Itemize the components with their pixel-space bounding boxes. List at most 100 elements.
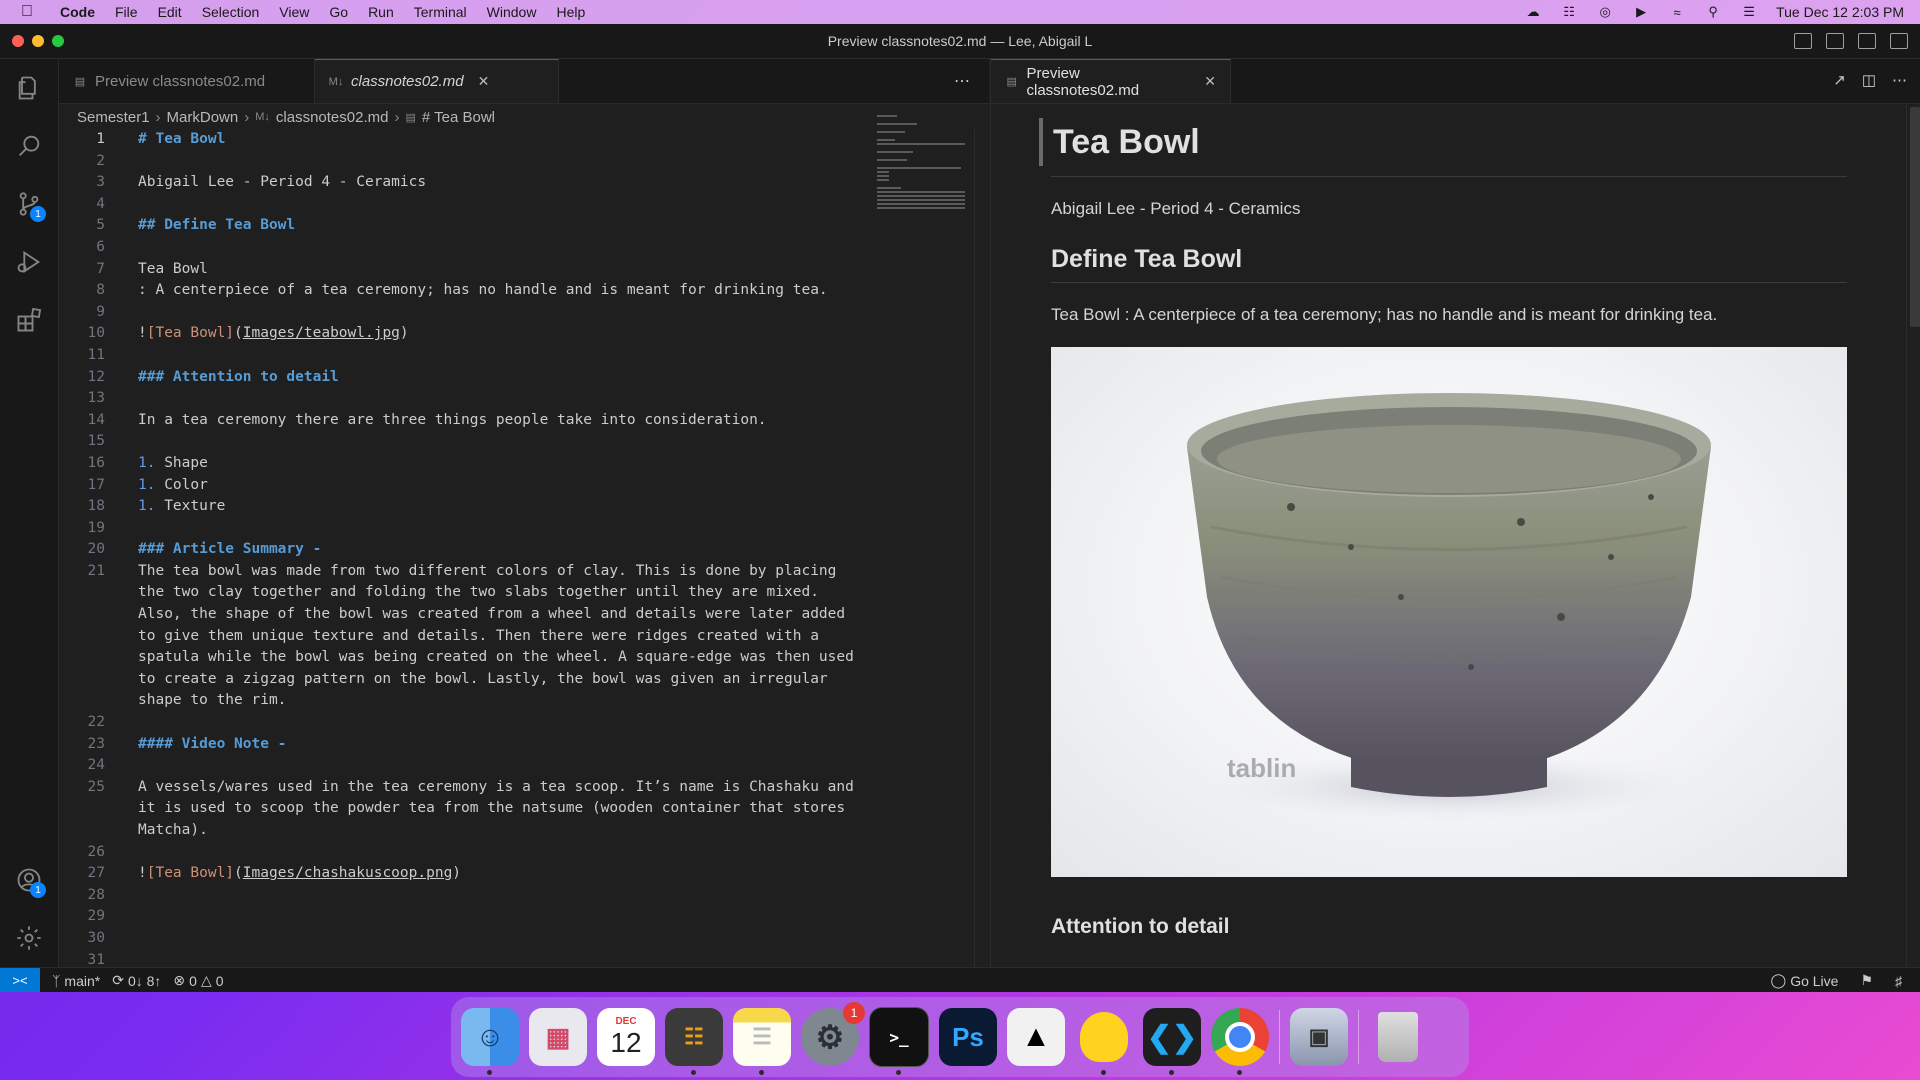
apple-icon[interactable]:  [18, 3, 36, 21]
code-line[interactable]: Also, the shape of the bowl was created … [59, 604, 989, 626]
code-line[interactable]: 3 Abigail Lee - Period 4 - Ceramics [59, 172, 989, 194]
toggle-primary-sidebar-icon[interactable] [1794, 33, 1812, 49]
code-line[interactable]: 8: A centerpiece of a tea ceremony; has … [59, 280, 989, 302]
notifications-bell-icon[interactable]: ♯ [1895, 973, 1902, 989]
sync-indicator[interactable]: ⟳ 0↓ 8↑ [112, 972, 161, 989]
wifi-icon[interactable]: ≈ [1668, 5, 1686, 20]
manage-button[interactable] [0, 909, 58, 967]
menu-view[interactable]: View [269, 0, 319, 24]
code-line[interactable]: 16 1. Shape [59, 453, 989, 475]
code-line[interactable]: 10 ![Tea Bowl](Images/teabowl.jpg) [59, 323, 989, 345]
code-line[interactable]: 17 1. Color [59, 475, 989, 497]
code-line[interactable]: 12 ### Attention to detail [59, 367, 989, 389]
code-line[interactable]: 5 ## Define Tea Bowl [59, 215, 989, 237]
source-control-button[interactable]: 1 [0, 175, 58, 233]
explorer-button[interactable] [0, 59, 58, 117]
code-line[interactable]: 26 [59, 842, 989, 864]
code-line[interactable]: spatula while the bowl was being created… [59, 647, 989, 669]
code-line[interactable]: 18 1. Texture [59, 496, 989, 518]
code-line[interactable]: shape to the rim. [59, 690, 989, 712]
menu-app-name[interactable]: Code [50, 0, 105, 24]
minimize-window-button[interactable] [32, 35, 44, 47]
launchpad-app[interactable]: ▦ [529, 1008, 587, 1066]
close-tab-icon[interactable]: ✕ [478, 73, 490, 90]
trash[interactable] [1369, 1008, 1427, 1066]
system-settings-app[interactable]: ⚙ 1 [801, 1002, 865, 1066]
finder-app[interactable]: ☺ [461, 1008, 519, 1075]
accounts-button[interactable]: 1 [0, 851, 58, 909]
more-actions-icon[interactable]: ⋯ [1892, 71, 1907, 89]
split-editor-icon[interactable]: ◫ [1862, 71, 1876, 89]
feedback-icon[interactable]: ⚑ [1860, 972, 1873, 989]
menu-file[interactable]: File [105, 0, 148, 24]
breadcrumb-symbol[interactable]: # Tea Bowl [422, 109, 495, 126]
extensions-button[interactable] [0, 291, 58, 349]
calendar-app[interactable]: DEC 12 [597, 1008, 655, 1066]
code-line[interactable]: 6 [59, 237, 989, 259]
tab-preview-active[interactable]: ▤ Preview classnotes02.md ✕ [991, 59, 1231, 103]
open-source-icon[interactable]: ↗ [1833, 71, 1846, 89]
menu-edit[interactable]: Edit [148, 0, 192, 24]
menu-go[interactable]: Go [319, 0, 358, 24]
branch-indicator[interactable]: ᛉ main* [52, 973, 100, 989]
menu-clock[interactable]: Tue Dec 12 2:03 PM [1776, 4, 1904, 20]
code-line[interactable]: 30 [59, 928, 989, 950]
code-line[interactable]: 2 [59, 151, 989, 173]
close-window-button[interactable] [12, 35, 24, 47]
code-line[interactable]: Matcha). [59, 820, 989, 842]
run-debug-button[interactable] [0, 233, 58, 291]
customize-layout-icon[interactable] [1890, 33, 1908, 49]
tab-preview-classnotes[interactable]: ▤ Preview classnotes02.md [59, 59, 315, 103]
markdown-preview[interactable]: Tea Bowl Abigail Lee - Period 4 - Cerami… [991, 104, 1911, 967]
toggle-panel-icon[interactable] [1826, 33, 1844, 49]
screen-share-icon[interactable]: ◎ [1596, 4, 1614, 19]
toggle-secondary-sidebar-icon[interactable] [1858, 33, 1876, 49]
menu-terminal[interactable]: Terminal [404, 0, 477, 24]
keyboard-input-icon[interactable]: ☷ [1560, 4, 1578, 19]
code-line[interactable]: 14 In a tea ceremony there are three thin… [59, 410, 989, 432]
code-line[interactable]: 11 [59, 345, 989, 367]
code-line[interactable]: 1 # Tea Bowl [59, 129, 989, 151]
close-tab-icon[interactable]: ✕ [1204, 73, 1216, 90]
spotlight-search-icon[interactable]: ⚲ [1704, 4, 1722, 19]
code-line[interactable]: 15 [59, 431, 989, 453]
inkscape-app[interactable]: ▲ [1007, 1008, 1065, 1066]
code-line[interactable]: 24 [59, 755, 989, 777]
zoom-window-button[interactable] [52, 35, 64, 47]
breadcrumb-folder[interactable]: Semester1 [77, 109, 150, 126]
menu-window[interactable]: Window [477, 0, 547, 24]
code-line[interactable]: 7 Tea Bowl [59, 259, 989, 281]
preview-window-thumbnail[interactable]: ▣ [1290, 1008, 1348, 1066]
minimap[interactable] [877, 115, 967, 235]
code-line[interactable]: 22 [59, 712, 989, 734]
cyberduck-app[interactable] [1075, 1008, 1133, 1075]
creative-cloud-icon[interactable]: ☁ [1524, 4, 1542, 19]
code-line[interactable]: the two clay together and folding the tw… [59, 582, 989, 604]
preview-scroll-thumb[interactable] [1910, 107, 1920, 327]
remote-indicator[interactable]: >< [0, 968, 40, 992]
problems-indicator[interactable]: ⊗ 0 △ 0 [173, 972, 223, 989]
notes-app[interactable]: ☰ [733, 1008, 791, 1075]
calculator-app[interactable]: ☷ [665, 1008, 723, 1075]
code-line[interactable]: 31 [59, 950, 989, 967]
terminal-app[interactable]: >_ [869, 1007, 929, 1075]
editor-scrollbar[interactable] [974, 129, 989, 967]
code-line[interactable]: 9 [59, 302, 989, 324]
tab-classnotes-md[interactable]: M↓ classnotes02.md ✕ [315, 59, 559, 103]
code-line[interactable]: 28 [59, 885, 989, 907]
photoshop-app[interactable]: Ps [939, 1008, 997, 1066]
menu-help[interactable]: Help [546, 0, 595, 24]
code-line[interactable]: to create a zigzag pattern on the bowl. … [59, 669, 989, 691]
breadcrumb-file[interactable]: classnotes02.md [276, 109, 389, 126]
code-line[interactable]: 21 The tea bowl was made from two differe… [59, 561, 989, 583]
code-line[interactable]: 13 [59, 388, 989, 410]
code-line[interactable]: 19 [59, 518, 989, 540]
code-line[interactable]: it is used to scoop the powder tea from … [59, 798, 989, 820]
code-editor[interactable]: 1 # Tea Bowl 2 3 Abigail Lee - Period 4 - Ce… [59, 129, 989, 967]
code-line[interactable]: 20 ### Article Summary - [59, 539, 989, 561]
menu-selection[interactable]: Selection [192, 0, 270, 24]
code-line[interactable]: 29 [59, 906, 989, 928]
code-line[interactable]: 23 #### Video Note - [59, 734, 989, 756]
menu-run[interactable]: Run [358, 0, 404, 24]
vscode-app[interactable]: ❮❯ [1143, 1008, 1201, 1075]
